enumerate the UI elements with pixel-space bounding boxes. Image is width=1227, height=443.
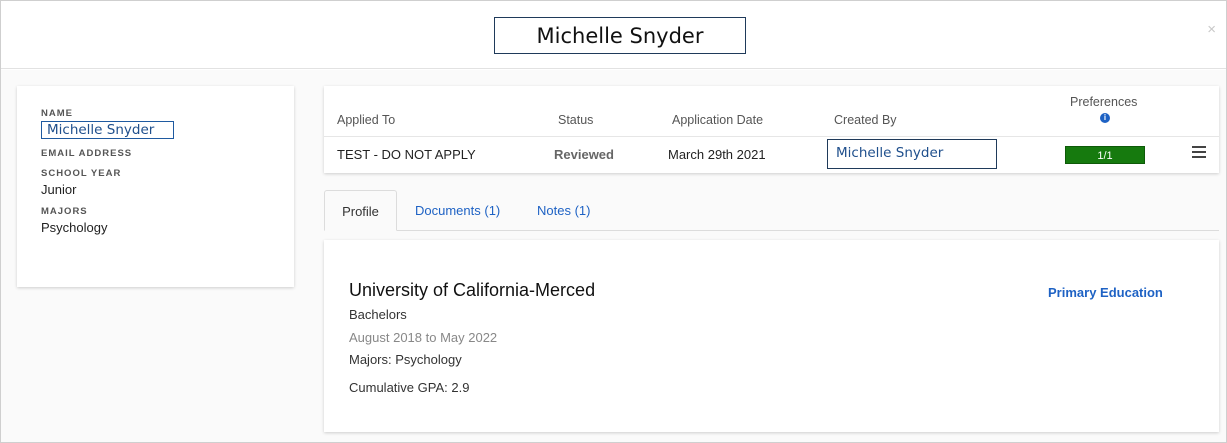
preferences-badge: 1/1 [1065,146,1145,164]
student-info-card: NAME Michelle Snyder EMAIL ADDRESS SCHOO… [17,86,294,287]
application-table-header: Applied To Status Application Date Creat… [324,86,1219,137]
majors-label: MAJORS [41,206,88,217]
school-name: University of California-Merced [349,280,596,300]
education-majors: Majors: Psychology [349,352,462,367]
education-card: University of California-Merced Primary … [324,240,1219,432]
col-preferences: Preferences [1070,95,1138,109]
email-label: EMAIL ADDRESS [41,148,133,159]
tab-notes[interactable]: Notes (1) [537,190,590,231]
degree: Bachelors [349,307,407,322]
primary-education-badge: Primary Education [1048,285,1163,300]
modal-title: Michelle Snyder [494,17,746,54]
application-table: Applied To Status Application Date Creat… [324,86,1219,173]
tab-documents[interactable]: Documents (1) [415,190,500,231]
close-icon[interactable]: × [1207,21,1216,38]
majors-field: MAJORS Psychology [41,206,270,235]
status-value: Reviewed [554,147,614,162]
name-label: NAME [41,108,73,119]
info-icon[interactable]: i [1100,113,1110,123]
row-menu-icon[interactable] [1192,146,1206,160]
majors-value: Psychology [41,220,108,235]
col-applied-to: Applied To [337,113,396,127]
attendance-dates: August 2018 to May 2022 [349,330,498,345]
profile-tabs: Profile Documents (1) Notes (1) [324,190,1219,231]
tab-profile[interactable]: Profile [324,190,397,231]
email-field: EMAIL ADDRESS [41,148,270,159]
col-application-date: Application Date [672,113,764,127]
name-field: NAME Michelle Snyder [41,108,270,139]
table-row[interactable]: TEST - DO NOT APPLY Reviewed March 29th … [324,138,1219,172]
school-year-field: SCHOOL YEAR Junior [41,168,270,197]
school-year-value: Junior [41,182,77,197]
col-status: Status [558,113,594,127]
gpa: Cumulative GPA: 2.9 [349,380,470,395]
school-year-label: SCHOOL YEAR [41,168,122,179]
modal-header: Michelle Snyder × [1,1,1226,69]
modal-body: NAME Michelle Snyder EMAIL ADDRESS SCHOO… [1,70,1226,442]
created-by-value: Michelle Snyder [827,139,997,169]
application-date-value: March 29th 2021 [668,147,766,162]
applied-to-value: TEST - DO NOT APPLY [337,147,476,162]
student-modal: Michelle Snyder × NAME Michelle Snyder E… [0,0,1227,443]
col-created-by: Created By [834,113,897,127]
student-name: Michelle Snyder [41,121,174,139]
